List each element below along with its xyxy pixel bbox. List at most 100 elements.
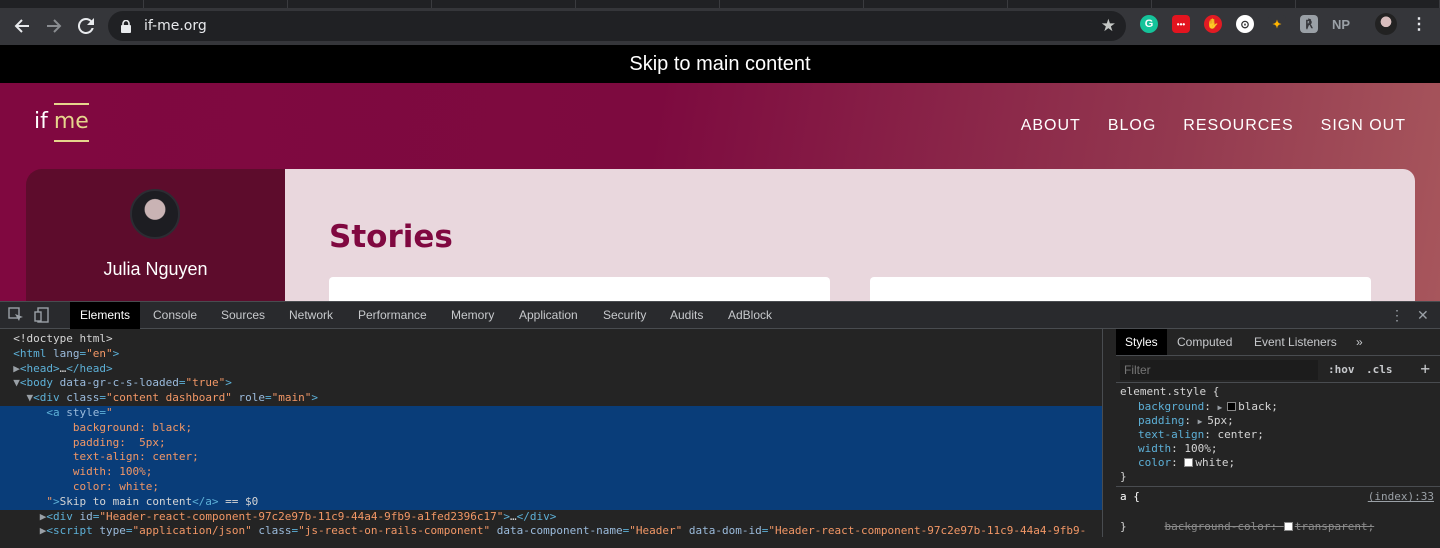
reload-icon[interactable] [70, 10, 102, 42]
color-swatch[interactable] [1227, 402, 1237, 411]
tab-styles[interactable]: Styles [1116, 329, 1167, 355]
dom-node-line[interactable]: ">Skip to main content</a> == $0 [0, 494, 1102, 510]
devtools-tabbar: Elements Console Sources Network Performance… [0, 301, 1440, 329]
tab-application[interactable]: Application [509, 302, 588, 329]
style-property[interactable]: padding: ▶ 5px; [1138, 414, 1234, 429]
dom-node-line[interactable]: <!doctype html> [0, 332, 1102, 347]
expand-shorthand-icon[interactable]: ▶ [1198, 417, 1208, 426]
nav-sign-out[interactable]: SIGN OUT [1321, 117, 1406, 135]
dom-token: <!doctype html> [13, 332, 113, 345]
rule-divider [1116, 486, 1440, 487]
tab-elements[interactable]: Elements [70, 302, 141, 329]
dom-node-line[interactable]: ▼<div class="content dashboard" role="ma… [0, 391, 1102, 406]
tab-network[interactable]: Network [279, 302, 343, 329]
more-tabs-icon[interactable]: » [1347, 329, 1372, 355]
tab-performance[interactable]: Performance [348, 302, 437, 329]
inspect-element-icon[interactable] [8, 307, 24, 323]
style-prop-value[interactable]: 100%; [1184, 442, 1217, 455]
dom-token: <div [33, 391, 67, 405]
nav-about[interactable]: ABOUT [1021, 117, 1081, 135]
nav-blog[interactable]: BLOG [1108, 117, 1156, 135]
styles-pane: Styles Computed Event Listeners » :hov .… [1116, 329, 1440, 537]
tab-console[interactable]: Console [143, 302, 207, 329]
dom-token: "js-react-on-rails-component" [298, 524, 491, 537]
style-prop-value[interactable]: 5px; [1207, 414, 1234, 427]
extension-circle-icon[interactable]: ⊙ [1236, 15, 1254, 33]
dom-node-line[interactable]: ▼<body data-gr-c-s-loaded="true"> [0, 376, 1102, 391]
address-bar[interactable]: if-me.org ★ [108, 11, 1126, 41]
style-property[interactable]: color: white; [1138, 456, 1235, 470]
lock-icon [120, 19, 132, 33]
dom-token: style [66, 406, 100, 419]
style-property[interactable]: text-align: center; [1138, 428, 1264, 442]
color-swatch[interactable] [1283, 522, 1293, 531]
dom-node-line[interactable]: width: 100%; [0, 465, 1102, 481]
color-extension-icon[interactable]: ✦ [1268, 15, 1286, 33]
story-card[interactable] [870, 277, 1371, 301]
cls-toggle[interactable]: .cls [1366, 363, 1393, 376]
tab-sources[interactable]: Sources [211, 302, 275, 329]
dom-node-line[interactable]: text-align: center; [0, 450, 1102, 466]
main-nav: ABOUT BLOG RESOURCES SIGN OUT [1021, 117, 1406, 135]
profile-avatar-icon[interactable] [1375, 13, 1397, 35]
story-card[interactable] [329, 277, 830, 301]
profile-sidebar: Julia Nguyen [26, 169, 285, 301]
dom-token: = [264, 391, 272, 405]
user-name[interactable]: Julia Nguyen [26, 259, 285, 280]
color-swatch[interactable] [1184, 458, 1194, 467]
dom-node-line[interactable]: <html lang="en"> [0, 347, 1102, 362]
grammarly-extension-icon[interactable]: G [1140, 15, 1158, 33]
adblock-extension-icon[interactable]: ✋ [1204, 15, 1222, 33]
main-content: Stories [285, 169, 1415, 301]
dom-node-line[interactable]: ▶<head>…</head> [0, 362, 1102, 377]
browser-menu-icon[interactable]: ⋮ [1410, 15, 1428, 33]
tab-security[interactable]: Security [593, 302, 656, 329]
devtools-close-icon[interactable]: ✕ [1417, 307, 1429, 324]
style-property[interactable]: width: 100%; [1138, 442, 1218, 456]
back-icon[interactable] [6, 10, 38, 42]
dom-token: <script [46, 524, 100, 537]
expand-shorthand-icon[interactable]: ▶ [1217, 403, 1227, 412]
dom-node-line[interactable]: ▶<div id="Header-react-component-97c2e97… [0, 510, 1102, 525]
np-extension-icon[interactable]: NP [1330, 15, 1352, 33]
tab-memory[interactable]: Memory [441, 302, 504, 329]
bookmark-star-icon[interactable]: ★ [1101, 17, 1116, 35]
tab-event-listeners[interactable]: Event Listeners [1245, 329, 1346, 355]
react-extension-icon[interactable]: ℟ [1300, 15, 1318, 33]
dom-node-line[interactable]: color: white; [0, 480, 1102, 495]
dom-token: data-component-name [496, 524, 623, 537]
lastpass-extension-icon[interactable]: ••• [1172, 15, 1190, 33]
dom-node-line[interactable]: background: black; [0, 420, 1102, 436]
panel-splitter[interactable] [1102, 329, 1116, 537]
avatar[interactable] [130, 189, 180, 239]
url-text: if-me.org [144, 18, 207, 34]
elements-dom-tree[interactable]: … <!doctype html> <html lang="en"> ▶<hea… [0, 329, 1102, 537]
overridden-property[interactable]: background-color: transparent; [1138, 506, 1375, 548]
dom-node-line[interactable]: ▶<script type="application/json" class="… [0, 524, 1102, 537]
rule-selector: a { [1120, 490, 1140, 503]
forward-icon[interactable] [38, 10, 70, 42]
rule-source-link[interactable]: (index):33 [1368, 490, 1434, 503]
skip-to-main-link[interactable]: Skip to main content [0, 45, 1440, 83]
site-logo[interactable]: if me [34, 103, 89, 142]
style-prop-value[interactable]: white; [1195, 456, 1235, 469]
dom-token: > [225, 376, 232, 390]
style-property[interactable]: background: ▶ black; [1138, 400, 1278, 415]
style-prop-value[interactable]: black; [1238, 400, 1278, 413]
styles-filter-input[interactable] [1120, 360, 1318, 380]
collapse-triangle-icon[interactable]: ▼ [13, 376, 20, 389]
hov-toggle[interactable]: :hov [1328, 363, 1355, 376]
add-rule-icon[interactable]: + [1420, 359, 1430, 378]
style-prop-value[interactable]: center; [1217, 428, 1263, 441]
nav-resources[interactable]: RESOURCES [1183, 117, 1293, 135]
tab-adblock[interactable]: AdBlock [718, 302, 782, 329]
devtools-menu-icon[interactable]: ⋮ [1390, 307, 1404, 324]
tab-computed[interactable]: Computed [1168, 329, 1241, 355]
dom-node-line[interactable]: <a style=" [0, 406, 1102, 421]
expand-triangle-icon[interactable]: ▶ [13, 362, 20, 375]
dom-node-line[interactable]: padding: 5px; [0, 435, 1102, 451]
device-toolbar-icon[interactable] [34, 307, 50, 323]
tab-audits[interactable]: Audits [660, 302, 713, 329]
dom-token: "application/json" [132, 524, 252, 537]
dom-token: <head> [19, 361, 60, 375]
